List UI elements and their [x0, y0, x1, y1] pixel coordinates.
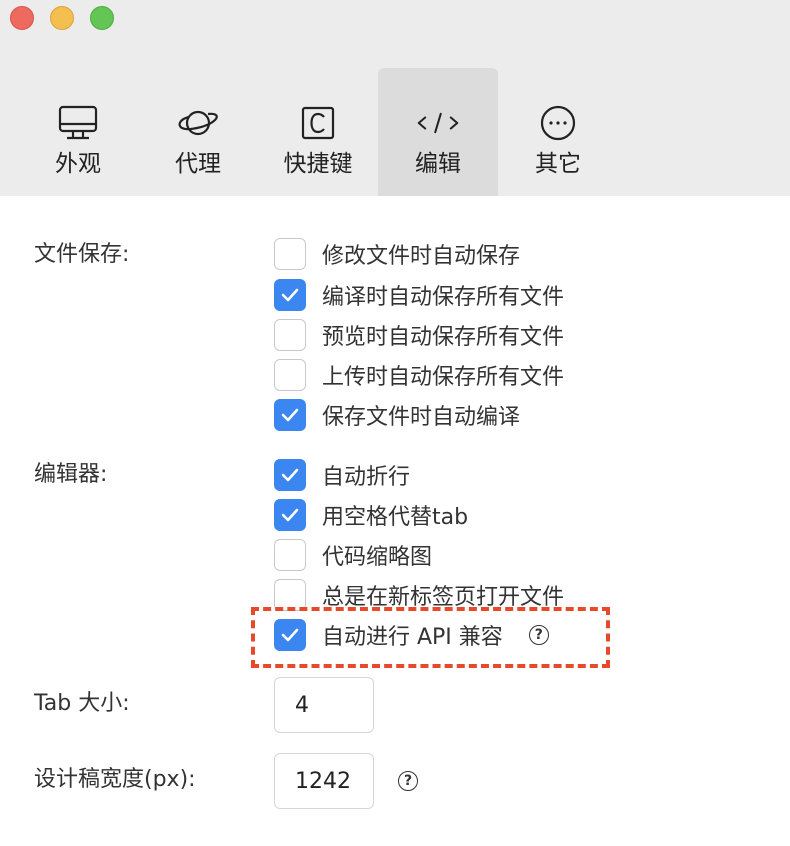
checkbox[interactable] [274, 279, 306, 311]
option-save-all-on-compile[interactable]: 编译时自动保存所有文件 [274, 278, 564, 312]
tab-shortcuts[interactable]: 快捷键 [258, 68, 378, 196]
checkbox-label: 修改文件时自动保存 [322, 244, 521, 269]
code-icon [416, 103, 460, 143]
command-key-icon [296, 103, 340, 143]
check-icon [281, 468, 299, 482]
tab-label: 其它 [535, 151, 581, 177]
more-icon [536, 103, 580, 143]
design-width-label: 设计稿宽度(px): [34, 767, 196, 792]
checkbox-label: 代码缩略图 [322, 545, 433, 570]
help-icon[interactable]: ? [398, 771, 418, 791]
option-save-all-on-preview[interactable]: 预览时自动保存所有文件 [274, 318, 564, 352]
option-save-all-on-upload[interactable]: 上传时自动保存所有文件 [274, 358, 564, 392]
checkbox-label: 自动折行 [322, 465, 411, 490]
tab-size-label: Tab 大小: [34, 691, 130, 716]
option-auto-save-on-modify[interactable]: 修改文件时自动保存 [274, 237, 520, 271]
tab-others[interactable]: 其它 [498, 68, 618, 196]
tab-label: 快捷键 [283, 151, 353, 177]
monitor-icon [56, 103, 100, 143]
checkbox[interactable] [274, 399, 306, 431]
checkbox-label: 预览时自动保存所有文件 [322, 325, 565, 350]
check-icon [281, 628, 299, 642]
help-icon[interactable]: ? [528, 625, 549, 645]
tab-label: 编辑 [415, 151, 461, 177]
window-titlebar: 外观 代理 快捷键 编辑 其它 [0, 0, 790, 196]
editor-label: 编辑器: [34, 462, 108, 487]
tab-editing[interactable]: 编辑 [378, 68, 498, 196]
option-minimap[interactable]: 代码缩略图 [274, 538, 432, 572]
checkbox[interactable] [274, 359, 306, 391]
checkbox-label: 编译时自动保存所有文件 [322, 285, 565, 310]
checkbox[interactable] [274, 238, 306, 270]
planet-icon [176, 103, 220, 143]
check-icon [281, 288, 299, 302]
check-icon [281, 408, 299, 422]
checkbox[interactable] [274, 499, 306, 531]
window-maximize-button[interactable] [90, 6, 114, 30]
tab-size-input[interactable] [274, 677, 374, 733]
option-spaces-for-tab[interactable]: 用空格代替tab [274, 498, 468, 532]
checkbox[interactable] [274, 319, 306, 351]
checkbox-label: 上传时自动保存所有文件 [322, 365, 565, 390]
tab-label: 外观 [55, 151, 101, 177]
design-width-input[interactable] [274, 753, 374, 809]
checkbox[interactable] [274, 619, 306, 651]
option-compile-on-save[interactable]: 保存文件时自动编译 [274, 398, 520, 432]
file-save-label: 文件保存: [34, 242, 130, 267]
tab-appearance[interactable]: 外观 [18, 68, 138, 196]
tab-proxy[interactable]: 代理 [138, 68, 258, 196]
check-icon [281, 508, 299, 522]
window-close-button[interactable] [10, 6, 34, 30]
option-auto-api-compat[interactable]: 自动进行 API 兼容 ? [274, 618, 549, 652]
option-word-wrap[interactable]: 自动折行 [274, 458, 410, 492]
window-minimize-button[interactable] [50, 6, 74, 30]
checkbox-label: 自动进行 API 兼容 [322, 625, 503, 650]
tab-label: 代理 [175, 151, 221, 177]
checkbox[interactable] [274, 539, 306, 571]
checkbox-label: 用空格代替tab [322, 505, 469, 530]
checkbox[interactable] [274, 459, 306, 491]
checkbox-label: 保存文件时自动编译 [322, 405, 521, 430]
